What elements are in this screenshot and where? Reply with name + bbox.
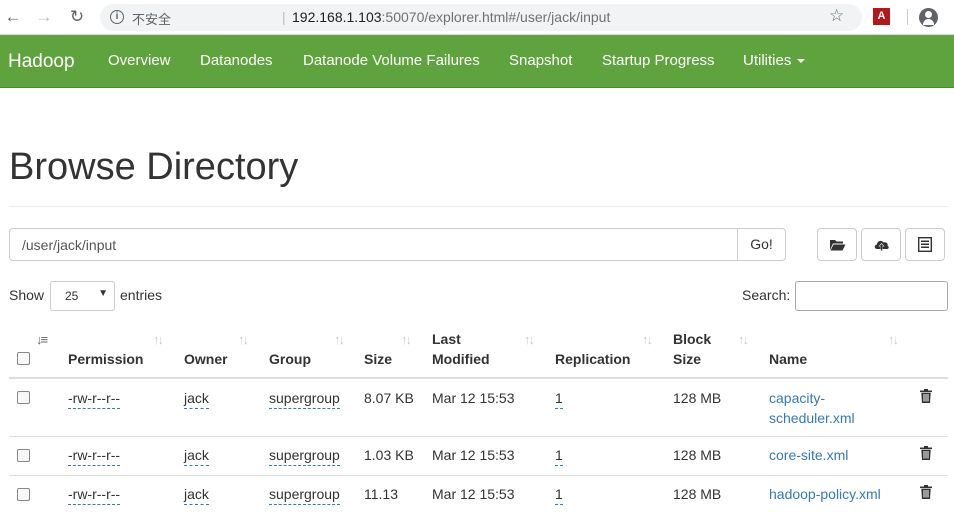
bookmark-star-icon[interactable]: ☆ xyxy=(829,6,844,26)
cut-paste-button[interactable] xyxy=(905,228,945,261)
row-checkbox[interactable] xyxy=(17,488,30,501)
table-header: ↓≡ Permission ↑↓ Owner ↑↓ Group ↑↓ Size … xyxy=(9,326,948,379)
back-arrow-icon[interactable]: ← xyxy=(2,6,24,28)
size-cell: 1.03 KB xyxy=(364,447,414,463)
show-label: Show xyxy=(9,287,45,303)
header-last-modified-line2[interactable]: Modified xyxy=(432,349,490,369)
upload-button[interactable] xyxy=(861,228,901,261)
sort-block-size-icon[interactable]: ↑↓ xyxy=(738,332,749,347)
group-cell[interactable]: supergroup xyxy=(269,445,340,466)
header-name[interactable]: Name xyxy=(769,349,807,369)
nav-utilities-label: Utilities xyxy=(743,52,792,69)
file-name-link[interactable]: capacity- xyxy=(769,388,825,408)
nav-datanodes[interactable]: Datanodes xyxy=(200,52,273,69)
sort-group-icon[interactable]: ↑↓ xyxy=(334,332,345,347)
address-separator: | xyxy=(282,9,286,25)
owner-cell[interactable]: jack xyxy=(184,388,209,409)
address-bar[interactable]: i 不安全 | 192.168.1.103:50070/explorer.htm… xyxy=(100,4,862,31)
header-replication[interactable]: Replication xyxy=(555,349,630,369)
hadoop-navbar: Hadoop Overview Datanodes Datanode Volum… xyxy=(0,35,954,88)
select-arrow-icon: ▼ xyxy=(98,288,108,299)
nav-utilities[interactable]: Utilities xyxy=(743,52,806,69)
sort-size-icon[interactable]: ↑↓ xyxy=(401,332,412,347)
permission-cell[interactable]: -rw-r--r-- xyxy=(68,445,121,466)
entries-label: entries xyxy=(120,287,163,303)
row-checkbox[interactable] xyxy=(17,449,30,462)
account-icon[interactable] xyxy=(919,8,938,27)
sort-name-icon[interactable]: ↑↓ xyxy=(888,332,899,347)
replication-cell[interactable]: 1 xyxy=(555,388,563,409)
search-label: Search: xyxy=(742,287,791,303)
permission-cell[interactable]: -rw-r--r-- xyxy=(68,484,121,505)
entries-select-value: 25 xyxy=(65,289,79,303)
nav-startup-progress[interactable]: Startup Progress xyxy=(602,52,715,69)
owner-cell[interactable]: jack xyxy=(184,445,209,466)
size-cell: 8.07 KB xyxy=(364,390,414,406)
select-all-checkbox[interactable] xyxy=(17,352,30,365)
table-row: -rw-r--r-- jack supergroup 1.03 KB Mar 1… xyxy=(9,437,948,476)
trash-icon[interactable] xyxy=(920,485,932,499)
create-directory-button[interactable] xyxy=(817,228,857,261)
caret-down-icon xyxy=(797,59,806,64)
list-alt-icon xyxy=(918,237,932,252)
toolbar-divider xyxy=(907,9,908,25)
permission-cell[interactable]: -rw-r--r-- xyxy=(68,388,121,409)
table-row: -rw-r--r-- jack supergroup 11.13 Mar 12 … xyxy=(9,476,948,512)
trash-icon[interactable] xyxy=(920,446,932,460)
reload-icon[interactable]: ↻ xyxy=(66,6,88,28)
url-text[interactable]: 192.168.1.103:50070/explorer.html#/user/… xyxy=(292,9,610,25)
file-name-link[interactable]: core-site.xml xyxy=(769,445,848,465)
sort-modified-icon[interactable]: ↑↓ xyxy=(524,332,535,347)
cloud-upload-icon xyxy=(874,240,889,251)
page-title: Browse Directory xyxy=(9,146,299,188)
replication-cell[interactable]: 1 xyxy=(555,484,563,505)
nav-overview[interactable]: Overview xyxy=(108,52,171,69)
pdf-extension-icon[interactable]: A xyxy=(873,8,890,25)
file-name-link[interactable]: hadoop-policy.xml xyxy=(769,484,881,504)
header-owner[interactable]: Owner xyxy=(184,349,228,369)
folder-open-icon xyxy=(829,239,845,250)
header-permission[interactable]: Permission xyxy=(68,349,143,369)
block-size-cell: 128 MB xyxy=(673,390,722,406)
sort-owner-icon[interactable]: ↑↓ xyxy=(238,332,249,347)
block-size-cell: 128 MB xyxy=(673,447,722,463)
replication-cell[interactable]: 1 xyxy=(555,445,563,466)
block-size-cell: 128 MB xyxy=(673,486,722,502)
go-button[interactable]: Go! xyxy=(737,228,786,261)
modified-cell: Mar 12 15:53 xyxy=(432,486,515,502)
search-input[interactable] xyxy=(795,281,948,311)
nav-datanode-volume-failures[interactable]: Datanode Volume Failures xyxy=(303,52,480,69)
nav-snapshot[interactable]: Snapshot xyxy=(509,52,572,69)
size-cell: 11.13 xyxy=(364,486,398,502)
table-row: -rw-r--r-- jack supergroup 8.07 KB Mar 1… xyxy=(9,379,948,437)
directory-path-input[interactable] xyxy=(9,228,738,261)
group-cell[interactable]: supergroup xyxy=(269,388,340,409)
header-last-modified-line1[interactable]: Last xyxy=(432,329,461,349)
header-size[interactable]: Size xyxy=(364,349,392,369)
browser-toolbar: ← → ↻ i 不安全 | 192.168.1.103:50070/explor… xyxy=(0,0,954,35)
title-divider xyxy=(9,206,948,207)
forward-arrow-icon[interactable]: → xyxy=(33,6,55,28)
insecure-label: 不安全 xyxy=(132,12,172,27)
info-icon[interactable]: i xyxy=(110,10,124,24)
trash-icon[interactable] xyxy=(920,389,932,403)
modified-cell: Mar 12 15:53 xyxy=(432,390,515,406)
header-block-size-line1[interactable]: Block xyxy=(673,329,711,349)
sort-asc-icon[interactable]: ↓≡ xyxy=(36,332,48,347)
url-host: 192.168.1.103 xyxy=(292,9,382,25)
brand-link[interactable]: Hadoop xyxy=(8,51,75,73)
owner-cell[interactable]: jack xyxy=(184,484,209,505)
group-cell[interactable]: supergroup xyxy=(269,484,340,505)
url-path: :50070/explorer.html#/user/jack/input xyxy=(381,9,611,25)
header-group[interactable]: Group xyxy=(269,349,311,369)
row-checkbox[interactable] xyxy=(17,391,30,404)
sort-replication-icon[interactable]: ↑↓ xyxy=(642,332,653,347)
entries-per-page-select[interactable]: 25 ▼ xyxy=(50,281,115,311)
sort-permission-icon[interactable]: ↑↓ xyxy=(153,332,164,347)
modified-cell: Mar 12 15:53 xyxy=(432,447,515,463)
file-name-link-continued[interactable]: scheduler.xml xyxy=(769,408,855,428)
header-block-size-line2[interactable]: Size xyxy=(673,349,701,369)
